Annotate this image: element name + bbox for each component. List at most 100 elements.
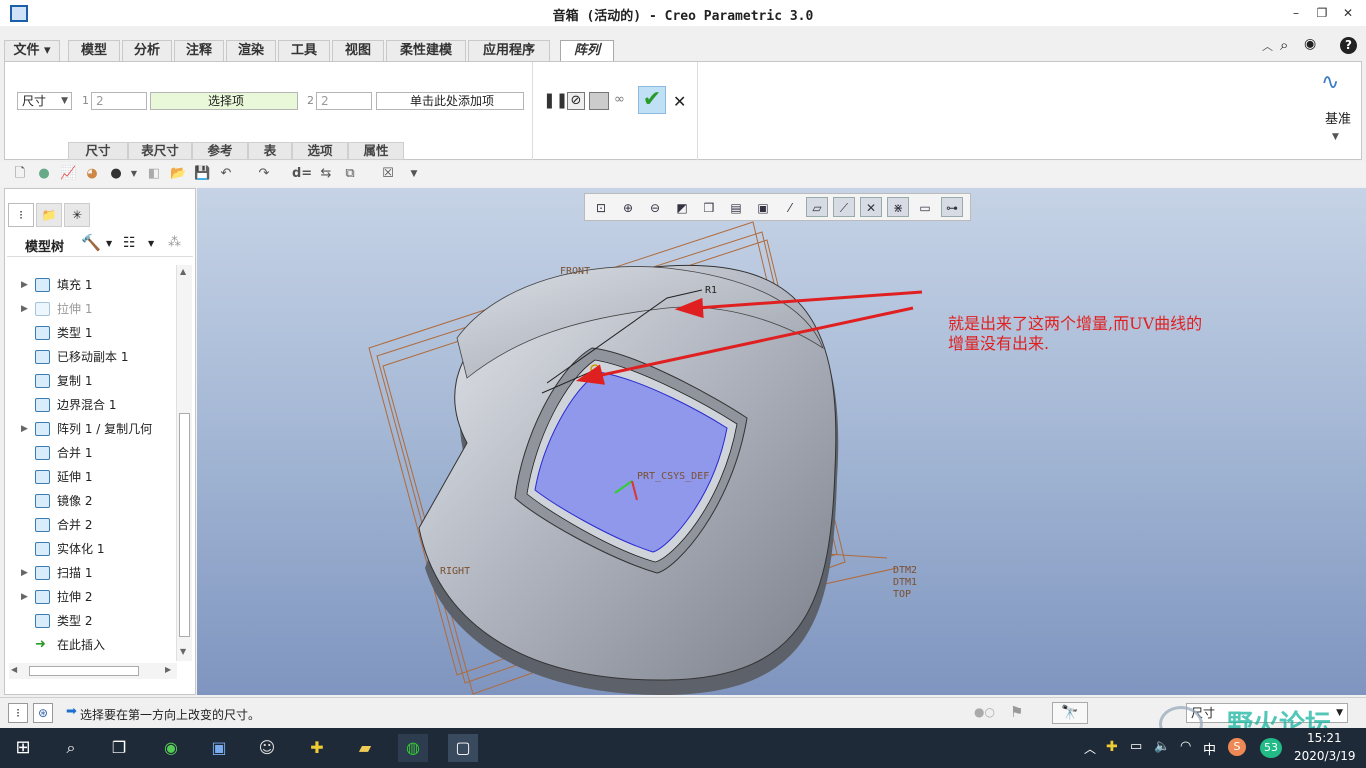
datum-chevron-icon[interactable]: ▼	[1332, 132, 1339, 142]
dimension-icon[interactable]: d=	[292, 166, 312, 182]
tray-network-app-icon[interactable]: ▭	[1130, 739, 1142, 754]
subtab-options[interactable]: 选项	[292, 142, 348, 160]
axis-display-icon[interactable]: ⟋	[833, 197, 855, 217]
close-window-icon[interactable]: ☒	[380, 166, 396, 182]
cancel-button[interactable]: ✕	[673, 92, 686, 111]
qq-icon[interactable]: ☺	[252, 734, 282, 762]
tree-item[interactable]: 镜像 2	[5, 489, 175, 513]
tree-item[interactable]: ▶ 扫描 1	[5, 561, 175, 585]
ok-button[interactable]: ✔	[638, 86, 666, 114]
datum-label-right[interactable]: RIGHT	[440, 566, 470, 577]
regenerate-icon[interactable]: ⇆	[318, 166, 334, 182]
scroll-down-icon[interactable]: ▼	[180, 647, 186, 656]
tab-file[interactable]: 文件 ▾	[4, 40, 60, 62]
expand-arrow-icon[interactable]: ▶	[21, 585, 28, 609]
favorites-tab-icon[interactable]: ✳	[64, 203, 90, 227]
ime-indicator[interactable]: 中	[1203, 739, 1216, 758]
tree-item[interactable]: 实体化 1	[5, 537, 175, 561]
security-icon[interactable]: ✚	[302, 734, 332, 762]
pause-icon[interactable]: ❚❚	[543, 91, 568, 109]
show-browser-icon[interactable]: ⊛	[33, 703, 53, 723]
show-list-icon[interactable]: ☷	[123, 235, 136, 251]
notification-badge[interactable]: 53	[1260, 738, 1282, 758]
datum-label-front[interactable]: FRONT	[560, 266, 590, 277]
scene-icon[interactable]: ●	[108, 166, 124, 182]
tree-item[interactable]: 延伸 1	[5, 465, 175, 489]
volume-icon[interactable]: 🔈	[1154, 739, 1170, 754]
file-explorer-icon[interactable]: ▰	[350, 734, 380, 762]
subtab-table[interactable]: 表	[248, 142, 292, 160]
point-display-icon[interactable]: ✕	[860, 197, 882, 217]
tab-view[interactable]: 视图	[332, 40, 384, 62]
expand-arrow-icon[interactable]: ▶	[21, 297, 28, 321]
dimension-r1[interactable]: R1	[705, 285, 717, 296]
folder-browser-tab-icon[interactable]: 📁	[36, 203, 62, 227]
flag-icon[interactable]: ⚑	[1010, 703, 1023, 721]
no-preview-icon[interactable]: ⊘	[567, 92, 585, 110]
save-icon[interactable]: 💾	[194, 166, 210, 182]
scroll-thumb[interactable]	[179, 413, 190, 637]
pattern-type-select[interactable]: 尺寸 ▼	[17, 92, 72, 110]
open-icon[interactable]: 📂	[170, 166, 186, 182]
expand-arrow-icon[interactable]: ▶	[21, 273, 28, 297]
sogou-icon[interactable]: S	[1228, 738, 1246, 756]
tree-item[interactable]: ➜ 在此插入	[5, 633, 175, 657]
subtab-references[interactable]: 参考	[192, 142, 248, 160]
windows-start-icon[interactable]: ⊞	[8, 734, 38, 762]
tab-applications[interactable]: 应用程序	[468, 40, 550, 62]
datum-label[interactable]: 基准	[1325, 108, 1351, 127]
redo-icon[interactable]: ↷	[256, 166, 272, 182]
csys-label[interactable]: PRT_CSYS_DEF	[637, 471, 709, 482]
tree-item[interactable]: ▶ 拉伸 2	[5, 585, 175, 609]
tree-item[interactable]: ▶ 阵列 1 / 复制几何	[5, 417, 175, 441]
tree-item[interactable]: 边界混合 1	[5, 393, 175, 417]
datum-label-dtm1[interactable]: DTM1	[893, 577, 917, 588]
datum-label-dtm2[interactable]: DTM2	[893, 565, 917, 576]
tab-tools[interactable]: 工具	[278, 40, 330, 62]
repaint-icon[interactable]: ◩	[671, 197, 693, 217]
subtab-dimensions[interactable]: 尺寸	[68, 142, 128, 160]
scroll-thumb-h[interactable]	[29, 666, 139, 676]
subtab-properties[interactable]: 属性	[348, 142, 404, 160]
zoom-out-icon[interactable]: ⊖	[644, 197, 666, 217]
tree-item[interactable]: 复制 1	[5, 369, 175, 393]
tree-item[interactable]: 合并 2	[5, 513, 175, 537]
perspective-icon[interactable]: ⁄	[779, 197, 801, 217]
scroll-left-icon[interactable]: ◀	[11, 665, 17, 674]
tree-vertical-scrollbar[interactable]: ▲ ▼	[176, 265, 192, 661]
record-indicator-icon[interactable]: ●○	[974, 705, 995, 719]
find-binoculars-icon[interactable]: 🔭	[1052, 702, 1088, 724]
search-icon[interactable]: ⌕	[56, 734, 86, 762]
minimize-icon[interactable]: –	[1285, 6, 1307, 22]
zoom-in-icon[interactable]: ⊕	[617, 197, 639, 217]
tray-app-icon[interactable]: ✚	[1106, 739, 1118, 755]
direction1-count-input[interactable]: 2	[91, 92, 147, 110]
scroll-up-icon[interactable]: ▲	[180, 267, 186, 276]
shell-icon[interactable]: ◧	[146, 166, 162, 182]
wechat-icon[interactable]: ◍	[398, 734, 428, 762]
close-icon[interactable]: ✕	[1337, 6, 1359, 22]
saved-views-icon[interactable]: ▤	[725, 197, 747, 217]
refit-icon[interactable]: ⊡	[590, 197, 612, 217]
expand-arrow-icon[interactable]: ▶	[21, 417, 28, 441]
display-style-icon[interactable]: ❒	[698, 197, 720, 217]
tree-filter-icon[interactable]: ⁂	[168, 235, 181, 250]
direction1-collector[interactable]: 选择项	[150, 92, 298, 110]
tree-item[interactable]: ▶ 拉伸 1	[5, 297, 175, 321]
tab-analysis[interactable]: 分析	[122, 40, 172, 62]
direction2-count-input[interactable]: 2	[316, 92, 372, 110]
wifi-icon[interactable]: ◠	[1180, 739, 1191, 754]
direction2-collector[interactable]: 单击此处添加项	[376, 92, 524, 110]
tree-item[interactable]: 类型 1	[5, 321, 175, 345]
clock-date[interactable]: 2020/3/19	[1294, 749, 1356, 763]
plane-display-icon[interactable]: ▱	[806, 197, 828, 217]
undo-icon[interactable]: ↶	[218, 166, 234, 182]
tree-item[interactable]: ▶ 填充 1	[5, 273, 175, 297]
annotation-display-icon[interactable]: ▭	[914, 197, 936, 217]
tab-flexible-modeling[interactable]: 柔性建模	[386, 40, 466, 62]
subtab-table-dimensions[interactable]: 表尺寸	[128, 142, 192, 160]
windows-icon[interactable]: ⧉	[342, 166, 358, 182]
datum-curve-icon[interactable]: ∿	[1321, 70, 1339, 95]
creo-icon[interactable]: ▢	[448, 734, 478, 762]
tab-pattern[interactable]: 阵列	[560, 40, 614, 62]
